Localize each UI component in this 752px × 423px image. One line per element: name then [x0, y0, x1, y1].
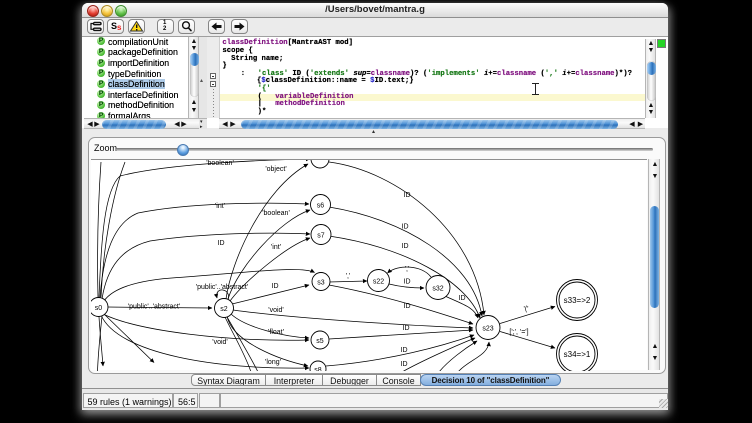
svg-text:s7: s7	[317, 233, 325, 240]
svg-text:ID: ID	[272, 283, 279, 290]
svg-text:s0: s0	[95, 305, 103, 312]
svg-text:'boolean': 'boolean'	[262, 210, 290, 217]
svg-text:s2: s2	[220, 306, 228, 313]
svg-text:s6: s6	[317, 203, 325, 210]
svg-text:'public'..'abstract': 'public'..'abstract'	[128, 304, 180, 311]
svg-text:s23: s23	[482, 326, 493, 333]
svg-text:ID: ID	[404, 303, 411, 310]
svg-text:'float': 'float'	[268, 329, 284, 336]
svg-text:ID: ID	[402, 224, 409, 231]
svg-text:'int': 'int'	[215, 203, 225, 210]
svg-text:ID: ID	[401, 347, 408, 354]
svg-text:s32: s32	[432, 286, 443, 293]
svg-text:ID: ID	[459, 295, 466, 302]
svg-text:'void': 'void'	[212, 339, 228, 346]
svg-text:[';', '=']: [';', '=']	[509, 329, 528, 336]
svg-text:s5: s5	[316, 338, 324, 345]
svg-text:s34=>1: s34=>1	[564, 350, 591, 359]
svg-text:ID: ID	[403, 325, 410, 332]
svg-text:ID: ID	[401, 361, 408, 368]
svg-text:ID: ID	[402, 243, 409, 250]
svg-text:s3: s3	[317, 280, 325, 287]
svg-text:'void': 'void'	[268, 307, 284, 314]
svg-text:',': ','	[405, 266, 410, 273]
svg-text:'boolean': 'boolean'	[206, 160, 234, 167]
svg-text:'object': 'object'	[265, 166, 286, 173]
svg-text:s33=>2: s33=>2	[564, 296, 591, 305]
svg-text:s22: s22	[373, 279, 384, 286]
svg-text:ID: ID	[404, 279, 411, 286]
svg-text:'long': 'long'	[265, 359, 281, 366]
svg-text:'int': 'int'	[271, 244, 281, 251]
svg-text:ID: ID	[404, 192, 411, 199]
svg-text:ID: ID	[218, 240, 225, 247]
svg-text:'(': '('	[523, 306, 528, 313]
svg-text:s8: s8	[314, 367, 322, 371]
svg-text:',': ','	[346, 273, 351, 280]
svg-text:'public'..'abstract': 'public'..'abstract'	[196, 284, 248, 291]
